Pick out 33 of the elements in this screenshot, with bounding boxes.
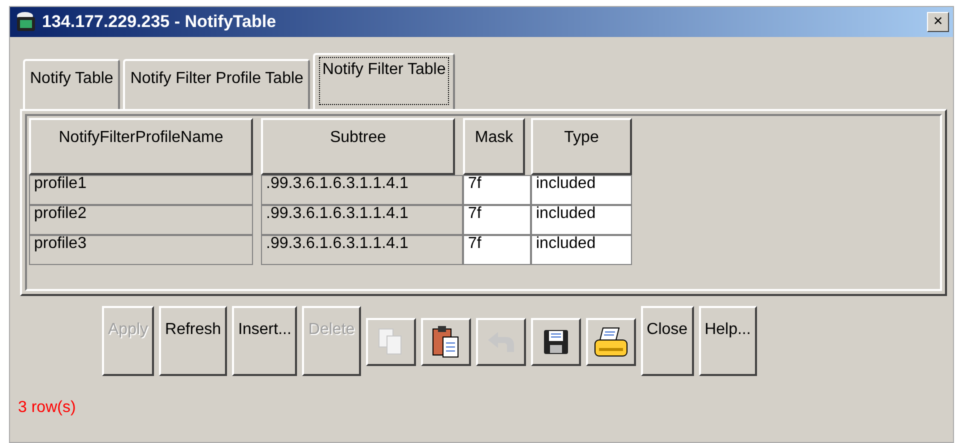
toolbar-button[interactable]	[530, 318, 581, 366]
tab[interactable]: Notify Table	[23, 59, 120, 109]
column-header[interactable]: Mask	[463, 118, 525, 175]
table-cell[interactable]: .99.3.6.1.6.3.1.1.4.1	[261, 235, 463, 265]
column-header[interactable]: Type	[531, 118, 632, 175]
toolbar-button[interactable]	[586, 318, 636, 366]
close-button[interactable]: ×	[927, 12, 949, 32]
toolbar-button[interactable]	[420, 318, 471, 366]
table-cell[interactable]: 7f	[463, 205, 531, 235]
action-button[interactable]: Help...	[698, 306, 757, 376]
tab[interactable]: Notify Filter Profile Table	[123, 59, 310, 109]
table-cell[interactable]: included	[531, 175, 632, 205]
table-cell[interactable]: included	[531, 235, 632, 265]
column-header[interactable]: Subtree	[261, 118, 455, 175]
action-button[interactable]: Insert...	[232, 306, 298, 376]
action-button[interactable]: Close	[640, 306, 694, 376]
printer-icon	[592, 326, 629, 358]
table-cell[interactable]: profile3	[29, 235, 253, 265]
monitor-icon	[14, 10, 38, 34]
table-cell[interactable]: profile2	[29, 205, 253, 235]
paste-icon	[430, 325, 461, 359]
window-title: 134.177.229.235 - NotifyTable	[42, 11, 276, 34]
tab[interactable]: Notify Filter Table	[313, 53, 455, 109]
table-cell[interactable]: 7f	[463, 175, 531, 205]
action-button[interactable]: Refresh	[159, 306, 228, 376]
table-cell[interactable]: included	[531, 205, 632, 235]
table-cell[interactable]: .99.3.6.1.6.3.1.1.4.1	[261, 175, 463, 205]
table-cell[interactable]: profile1	[29, 175, 253, 205]
save-icon	[542, 328, 570, 356]
table-cell[interactable]: 7f	[463, 235, 531, 265]
status-text: 3 row(s)	[17, 398, 77, 418]
table-cell[interactable]: .99.3.6.1.6.3.1.1.4.1	[261, 205, 463, 235]
column-header[interactable]: NotifyFilterProfileName	[29, 118, 253, 175]
